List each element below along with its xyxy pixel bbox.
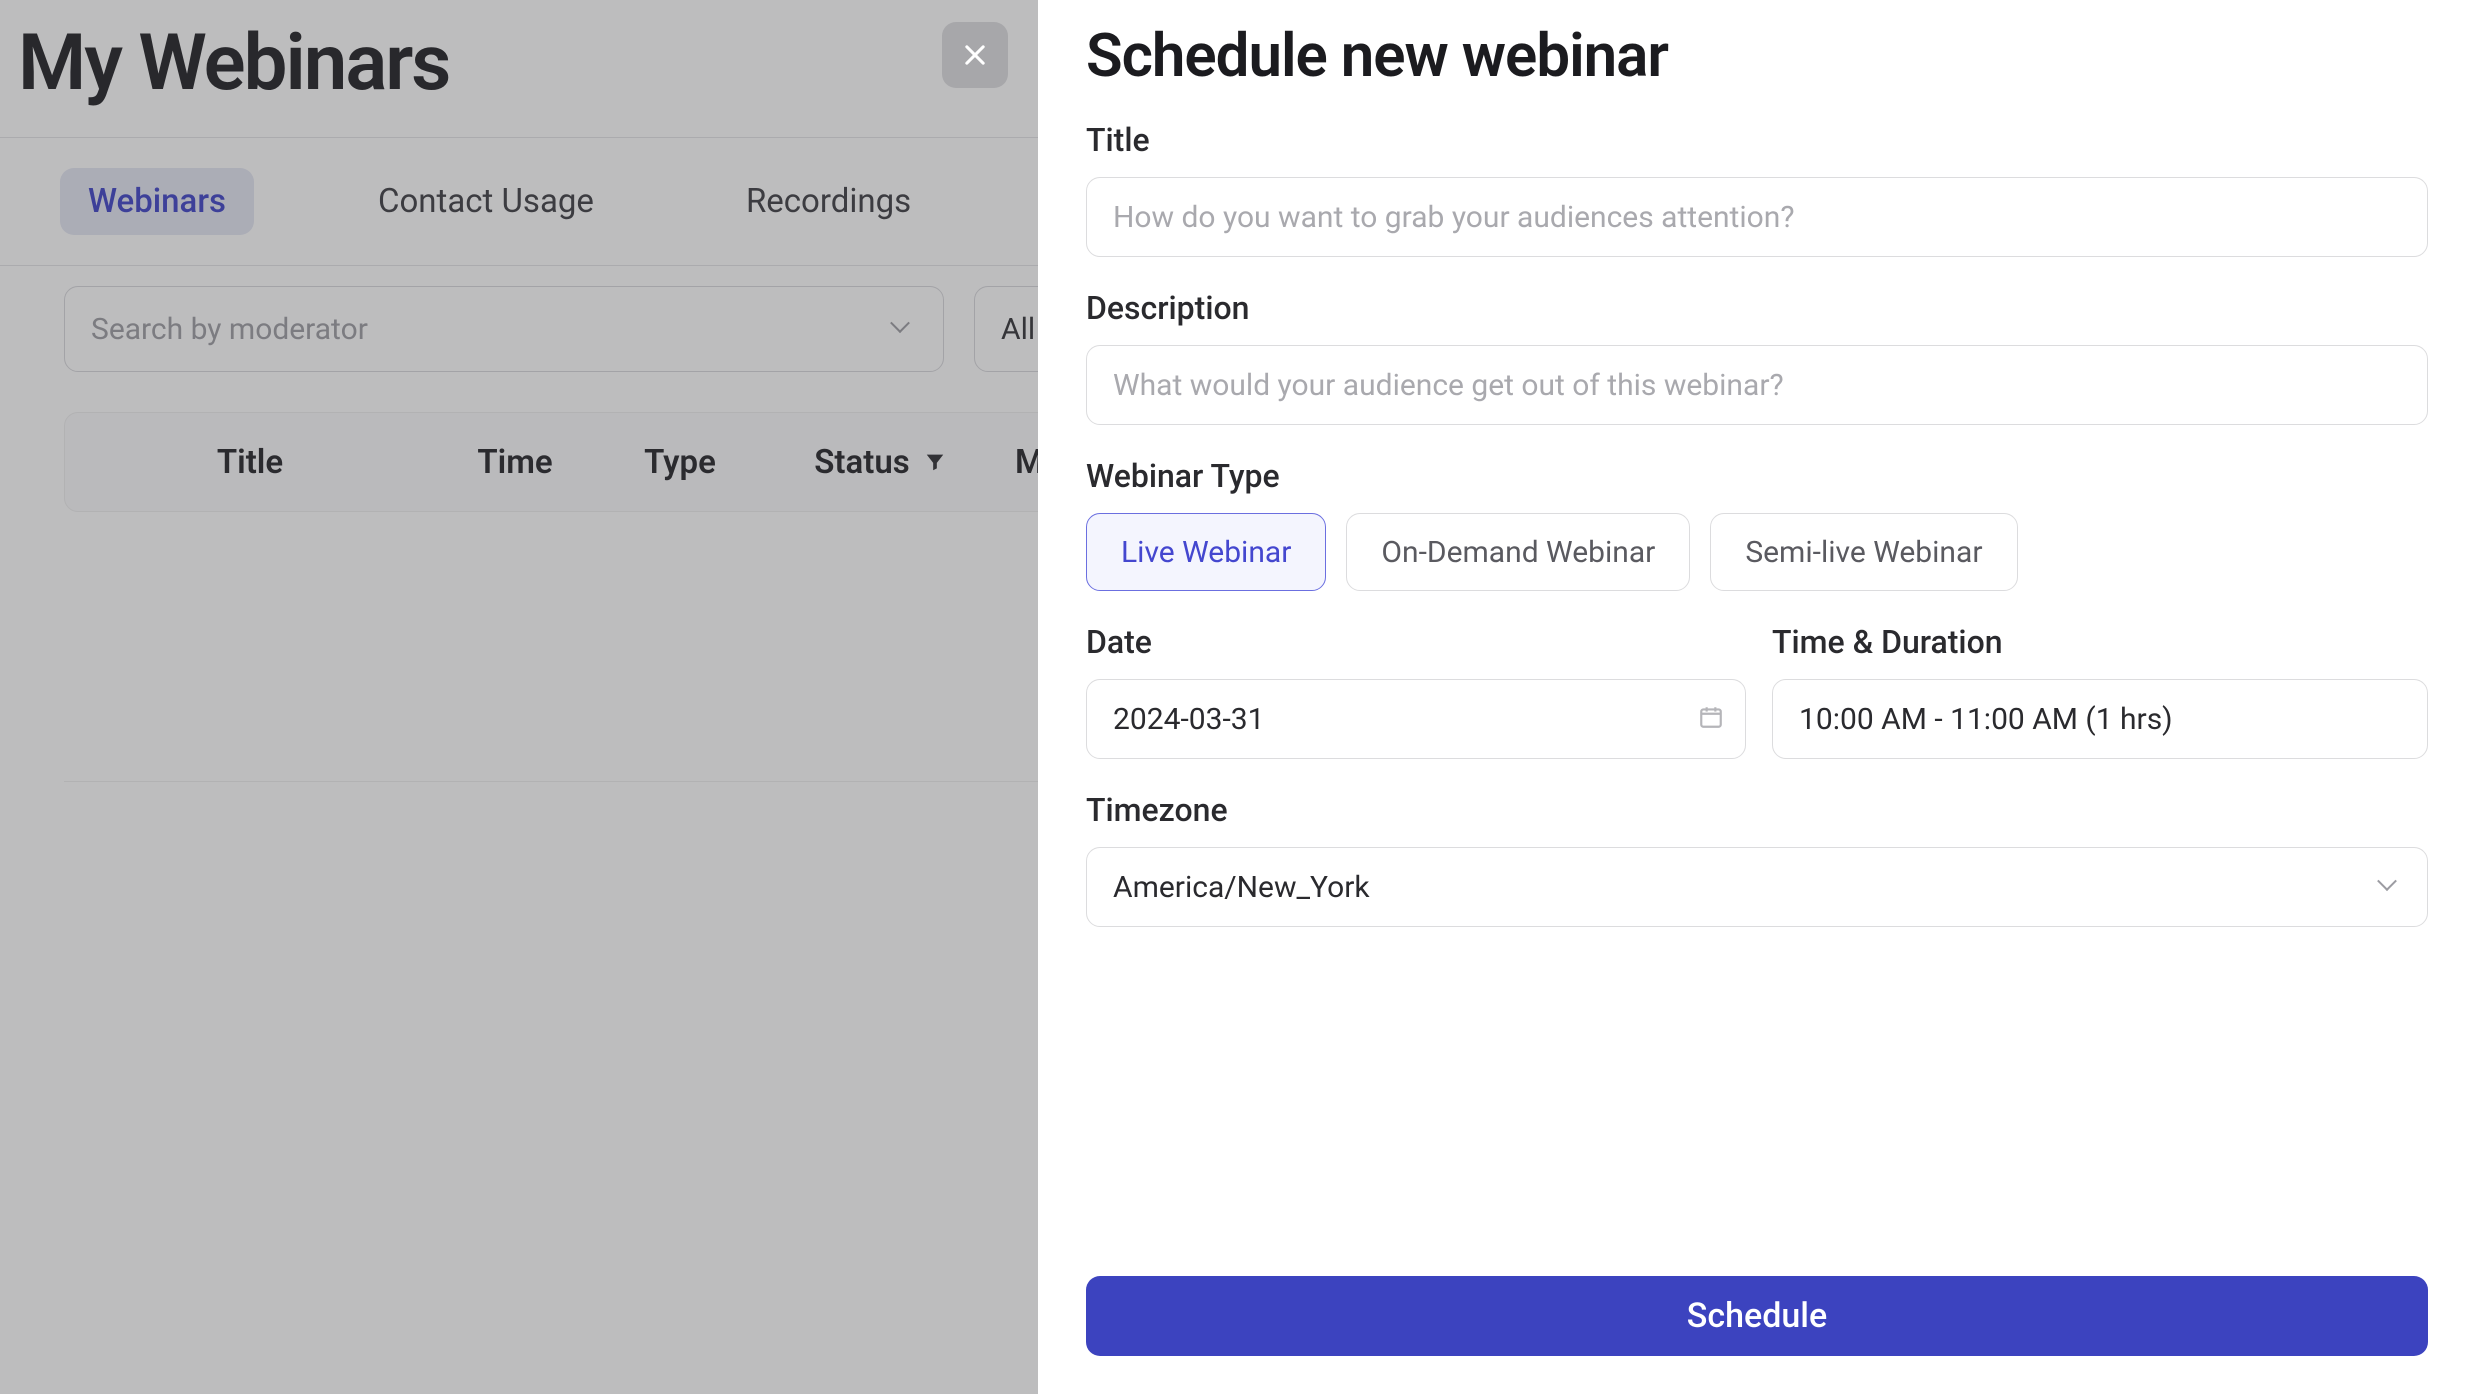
title-input[interactable]: [1086, 177, 2428, 257]
type-on-demand-webinar[interactable]: On-Demand Webinar: [1346, 513, 1690, 591]
close-button[interactable]: [942, 22, 1008, 88]
label-date: Date: [1086, 623, 1746, 661]
calendar-icon: [1698, 704, 1724, 734]
chevron-down-icon: [2380, 877, 2400, 897]
type-semi-live-webinar[interactable]: Semi-live Webinar: [1710, 513, 2017, 591]
field-title: Title: [1086, 121, 2428, 257]
type-live-webinar[interactable]: Live Webinar: [1086, 513, 1326, 591]
label-time-duration: Time & Duration: [1772, 623, 2428, 661]
timezone-select[interactable]: [1086, 847, 2428, 927]
row-date-time: Date Time & Duration: [1086, 623, 2428, 759]
label-timezone: Timezone: [1086, 791, 2428, 829]
label-title: Title: [1086, 121, 2428, 159]
close-icon: [961, 41, 989, 69]
description-input[interactable]: [1086, 345, 2428, 425]
field-date: Date: [1086, 623, 1746, 759]
time-duration-input[interactable]: [1772, 679, 2428, 759]
schedule-webinar-drawer: Schedule new webinar Title Description W…: [1038, 0, 2476, 1394]
drawer-heading: Schedule new webinar: [1086, 20, 2428, 91]
webinar-type-options: Live Webinar On-Demand Webinar Semi-live…: [1086, 513, 2428, 591]
label-webinar-type: Webinar Type: [1086, 457, 2428, 495]
schedule-button[interactable]: Schedule: [1086, 1276, 2428, 1356]
field-description: Description: [1086, 289, 2428, 425]
label-description: Description: [1086, 289, 2428, 327]
date-input[interactable]: [1086, 679, 1746, 759]
field-webinar-type: Webinar Type Live Webinar On-Demand Webi…: [1086, 457, 2428, 591]
drawer-footer: Schedule: [1086, 1276, 2428, 1364]
field-timezone: Timezone: [1086, 791, 2428, 927]
field-time-duration: Time & Duration: [1772, 623, 2428, 759]
